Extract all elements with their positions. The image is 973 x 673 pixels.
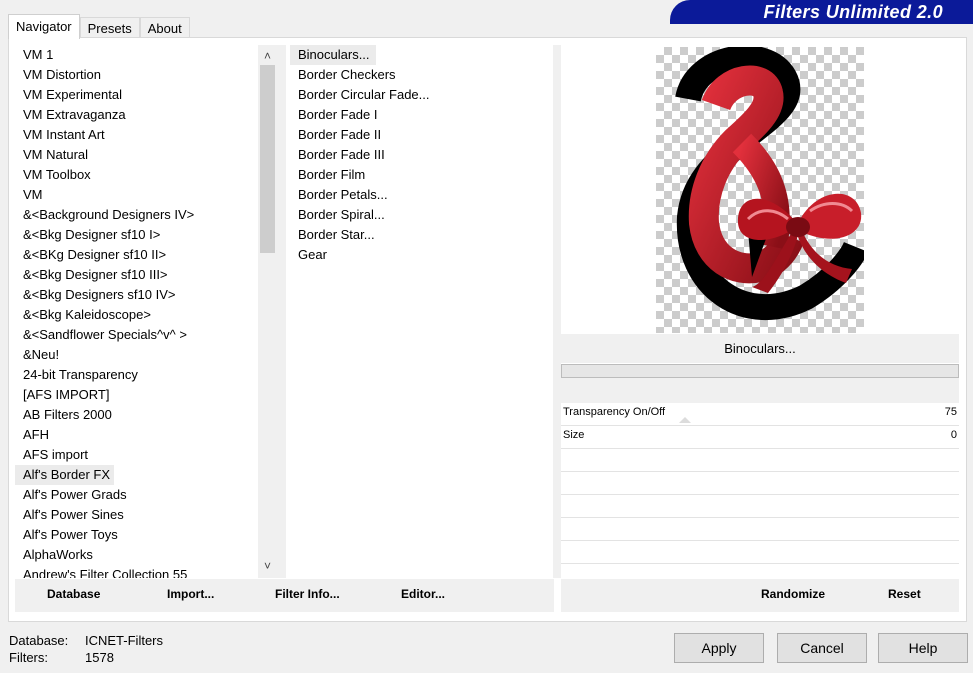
list-item[interactable]: VM Instant Art [15,125,277,145]
list-item[interactable]: &<Bkg Designer sf10 III> [15,265,277,285]
list-item[interactable]: Border Circular Fade... [290,85,552,105]
list-item[interactable]: Border Petals... [290,185,552,205]
chevron-down-icon[interactable]: ˅ [258,557,277,576]
param-value: 75 [944,406,957,418]
progress-bar [561,364,959,378]
ampersand-bow-image [675,45,869,320]
param-row-transparency[interactable]: Transparency On/Off 75 [561,403,959,426]
list-item[interactable]: Binoculars... [290,45,376,65]
list-item[interactable]: &<Background Designers IV> [15,205,277,225]
list-item[interactable]: AFS import [15,445,277,465]
list-item[interactable]: VM Extravaganza [15,105,277,125]
reset-button[interactable]: Reset [888,587,921,601]
right-button-bar: Randomize Reset [561,579,959,612]
param-row-empty [561,518,959,541]
status-info: Database: ICNET-Filters Filters: 1578 [9,632,163,666]
list-item[interactable]: AB Filters 2000 [15,405,277,425]
scrollbar-thumb[interactable] [260,65,275,253]
apply-button[interactable]: Apply [674,633,764,663]
list-item[interactable]: Alf's Border FX [15,465,115,485]
list-item[interactable]: Gear [290,245,552,265]
list-item[interactable]: &<Bkg Designers sf10 IV> [15,285,277,305]
param-row-empty [561,472,959,495]
list-item[interactable]: Alf's Power Grads [15,485,277,505]
param-label: Transparency On/Off [563,406,666,418]
list-item[interactable]: AFH [15,425,277,445]
param-row-size[interactable]: Size 0 [561,426,959,449]
list-item[interactable]: Border Star... [290,225,552,245]
chevron-up-icon[interactable]: ˄ [258,47,277,66]
slider-handle[interactable] [679,417,691,423]
list-item[interactable]: Border Checkers [290,65,552,85]
list-item[interactable]: VM Toolbox [15,165,277,185]
tab-about[interactable]: About [139,17,190,39]
list-item[interactable]: VM Natural [15,145,277,165]
filter-info-button[interactable]: Filter Info... [275,587,340,601]
tab-bar: Navigator Presets About [8,14,190,39]
list-item[interactable]: Alf's Power Toys [15,525,277,545]
list-item[interactable]: Andrew's Filter Collection 55 [15,565,277,578]
tab-presets[interactable]: Presets [79,17,140,39]
import-button[interactable]: Import... [167,587,214,601]
param-value: 0 [950,429,957,441]
list-item[interactable]: VM 1 [15,45,277,65]
category-list[interactable]: VM 1 VM Distortion VM Experimental VM Extra… [15,45,277,578]
list-item[interactable]: &<Bkg Kaleidoscope> [15,305,277,325]
parameter-list: Transparency On/Off 75 Size 0 [561,403,959,587]
list-item[interactable]: Border Spiral... [290,205,552,225]
database-value: ICNET-Filters [85,633,163,648]
list-item[interactable]: Border Fade II [290,125,552,145]
list-item[interactable]: AlphaWorks [15,545,277,565]
list-item[interactable]: &<Sandflower Specials^v^ > [15,325,277,345]
category-scrollbar[interactable]: ˄ ˅ [258,45,277,578]
filters-count: 1578 [85,650,114,665]
list-item[interactable]: VM Distortion [15,65,277,85]
database-label: Database: [9,633,69,648]
param-row-empty [561,495,959,518]
list-item[interactable]: VM [15,185,277,205]
list-item[interactable]: [AFS IMPORT] [15,385,277,405]
param-row-empty [561,541,959,564]
left-button-bar: Database Import... Filter Info... Editor… [15,579,554,612]
database-button[interactable]: Database [47,587,100,601]
control-strip [561,378,959,403]
param-label: Size [563,429,585,441]
filters-label: Filters: [9,650,48,665]
list-item[interactable]: Alf's Power Sines [15,505,277,525]
tab-navigator[interactable]: Navigator [8,14,80,39]
list-item[interactable]: Border Film [290,165,552,185]
list-item[interactable]: &<BKg Designer sf10 II> [15,245,277,265]
divider [277,45,286,578]
selected-filter-name: Binoculars... [561,334,959,363]
list-item[interactable]: &Neu! [15,345,277,365]
filter-list[interactable]: Binoculars... Border Checkers Border Circu… [290,45,552,578]
brand-title: Filters Unlimited 2.0 [763,2,943,22]
list-item[interactable]: VM Experimental [15,85,277,105]
randomize-button[interactable]: Randomize [761,587,825,601]
brand-logo: Filters Unlimited 2.0 [670,0,973,24]
help-button[interactable]: Help [878,633,968,663]
param-row-empty [561,449,959,472]
preview-image [656,45,869,333]
divider [553,45,561,578]
editor-button[interactable]: Editor... [401,587,445,601]
list-item[interactable]: Border Fade III [290,145,552,165]
cancel-button[interactable]: Cancel [777,633,867,663]
list-item[interactable]: 24-bit Transparency [15,365,277,385]
list-item[interactable]: &<Bkg Designer sf10 I> [15,225,277,245]
list-item[interactable]: Border Fade I [290,105,552,125]
